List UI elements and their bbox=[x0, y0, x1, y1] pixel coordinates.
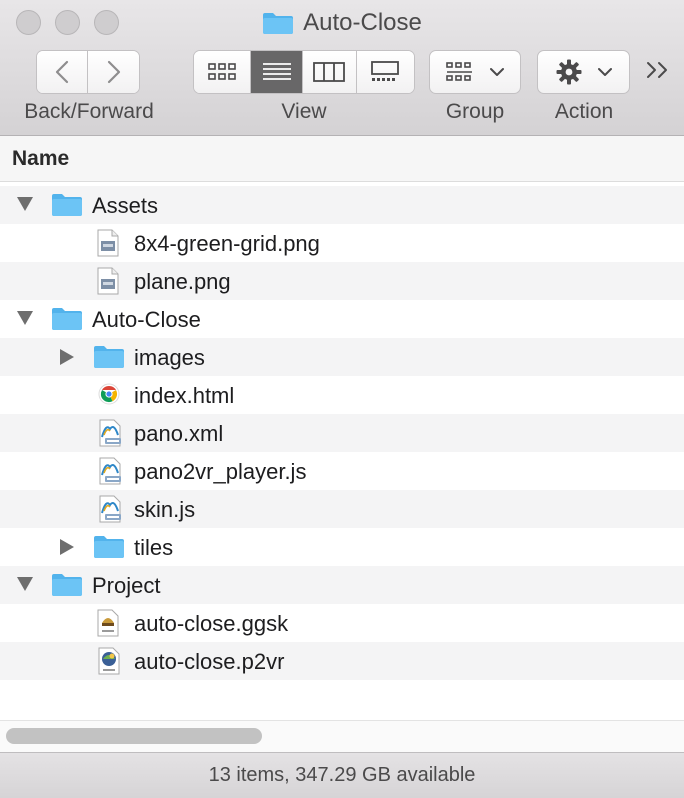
forward-button[interactable] bbox=[88, 51, 139, 93]
file-icon-container bbox=[96, 381, 122, 412]
disclosure-triangle-right-icon[interactable] bbox=[60, 539, 74, 555]
folder-icon bbox=[52, 194, 82, 216]
file-row[interactable]: pano.xml bbox=[0, 414, 684, 452]
file-list: Assets 8x4-green-grid.png plane.png Auto-Cl… bbox=[0, 186, 684, 680]
file-icon-container bbox=[51, 571, 83, 602]
column-header: Name bbox=[0, 136, 684, 182]
image-file-icon bbox=[97, 229, 119, 257]
file-row[interactable]: index.html bbox=[0, 376, 684, 414]
folder-icon bbox=[52, 574, 82, 596]
file-name: skin.js bbox=[134, 497, 196, 522]
horizontal-scrollbar-thumb[interactable] bbox=[6, 728, 262, 744]
chevron-down-icon bbox=[490, 68, 504, 76]
file-name: auto-close.p2vr bbox=[134, 649, 285, 674]
list-view-icon bbox=[262, 63, 291, 80]
file-name: index.html bbox=[134, 383, 235, 408]
image-file-icon bbox=[97, 267, 119, 295]
text-document-icon bbox=[99, 419, 121, 447]
file-name: pano2vr_player.js bbox=[134, 459, 307, 484]
file-icon-container bbox=[96, 647, 122, 680]
file-name: tiles bbox=[134, 535, 174, 560]
chevron-down-icon bbox=[597, 68, 612, 76]
group-icon bbox=[446, 62, 472, 81]
disclosure-triangle-down-icon[interactable] bbox=[17, 311, 33, 325]
folder-row[interactable]: Auto-Close bbox=[0, 300, 684, 338]
file-row[interactable]: auto-close.ggsk bbox=[0, 604, 684, 642]
view-mode-control bbox=[193, 50, 415, 94]
file-icon-container bbox=[96, 457, 124, 490]
file-row[interactable]: 8x4-green-grid.png bbox=[0, 224, 684, 262]
toolbar-overflow-button[interactable] bbox=[645, 58, 671, 86]
folder-row[interactable]: Assets bbox=[0, 186, 684, 224]
folder-row[interactable]: Project bbox=[0, 566, 684, 604]
file-icon-container bbox=[96, 419, 124, 452]
action-button[interactable] bbox=[537, 50, 630, 94]
view-label: View bbox=[281, 100, 327, 123]
file-icon-container bbox=[96, 229, 120, 262]
double-chevron-right-icon bbox=[647, 62, 667, 78]
skin-file-icon bbox=[97, 609, 119, 637]
file-icon-container bbox=[96, 495, 124, 528]
file-row[interactable]: auto-close.p2vr bbox=[0, 642, 684, 680]
folder-row[interactable]: images bbox=[0, 338, 684, 376]
file-icon-container bbox=[93, 533, 125, 564]
file-icon-container bbox=[96, 609, 120, 642]
file-row[interactable]: plane.png bbox=[0, 262, 684, 300]
pano2vr-project-icon bbox=[98, 647, 120, 675]
name-column-header[interactable]: Name bbox=[12, 147, 69, 171]
folder-row[interactable]: tiles bbox=[0, 528, 684, 566]
window-title: Auto-Close bbox=[0, 8, 684, 38]
chevron-left-icon bbox=[55, 60, 69, 84]
disclosure-triangle-right-icon[interactable] bbox=[60, 349, 74, 365]
disclosure-triangle-down-icon[interactable] bbox=[17, 197, 33, 211]
file-name: Assets bbox=[92, 193, 159, 218]
gallery-view-button[interactable] bbox=[356, 51, 414, 93]
file-name: pano.xml bbox=[134, 421, 224, 446]
action-label: Action bbox=[554, 100, 614, 123]
file-name: Auto-Close bbox=[92, 307, 201, 332]
file-row[interactable]: pano2vr_player.js bbox=[0, 452, 684, 490]
file-icon-container bbox=[96, 267, 120, 300]
folder-icon bbox=[94, 346, 124, 368]
status-text: 13 items, 347.29 GB available bbox=[208, 764, 476, 786]
file-icon-container bbox=[93, 343, 125, 374]
icon-view-icon bbox=[208, 63, 237, 80]
chevron-right-icon bbox=[107, 60, 120, 84]
file-name: images bbox=[134, 345, 205, 370]
file-icon-container bbox=[51, 191, 83, 222]
file-name: 8x4-green-grid.png bbox=[134, 231, 320, 256]
text-document-icon bbox=[99, 495, 121, 523]
file-name: Project bbox=[92, 573, 161, 598]
list-view-button[interactable] bbox=[251, 51, 304, 93]
text-document-icon bbox=[99, 457, 121, 485]
file-row[interactable]: skin.js bbox=[0, 490, 684, 528]
folder-icon bbox=[94, 536, 124, 558]
gear-icon bbox=[556, 59, 581, 85]
chrome-icon bbox=[98, 383, 120, 405]
status-bar: 13 items, 347.29 GB available bbox=[0, 752, 684, 798]
file-name: plane.png bbox=[134, 269, 231, 294]
group-label: Group bbox=[445, 100, 505, 123]
file-name: auto-close.ggsk bbox=[134, 611, 289, 636]
folder-icon bbox=[263, 13, 294, 34]
title-bar: Auto-Close Back/Forward View Group Actio… bbox=[0, 0, 684, 136]
column-view-icon bbox=[313, 62, 346, 82]
file-icon-container bbox=[51, 305, 83, 336]
back-forward-label: Back/Forward bbox=[24, 100, 154, 123]
back-button[interactable] bbox=[37, 51, 89, 93]
icon-view-button[interactable] bbox=[194, 51, 252, 93]
disclosure-triangle-down-icon[interactable] bbox=[17, 577, 33, 591]
group-button[interactable] bbox=[429, 50, 521, 94]
folder-icon bbox=[52, 308, 82, 330]
window-title-text: Auto-Close bbox=[303, 9, 422, 36]
column-view-button[interactable] bbox=[303, 51, 357, 93]
gallery-view-icon bbox=[371, 61, 400, 81]
back-forward-control bbox=[36, 50, 140, 94]
